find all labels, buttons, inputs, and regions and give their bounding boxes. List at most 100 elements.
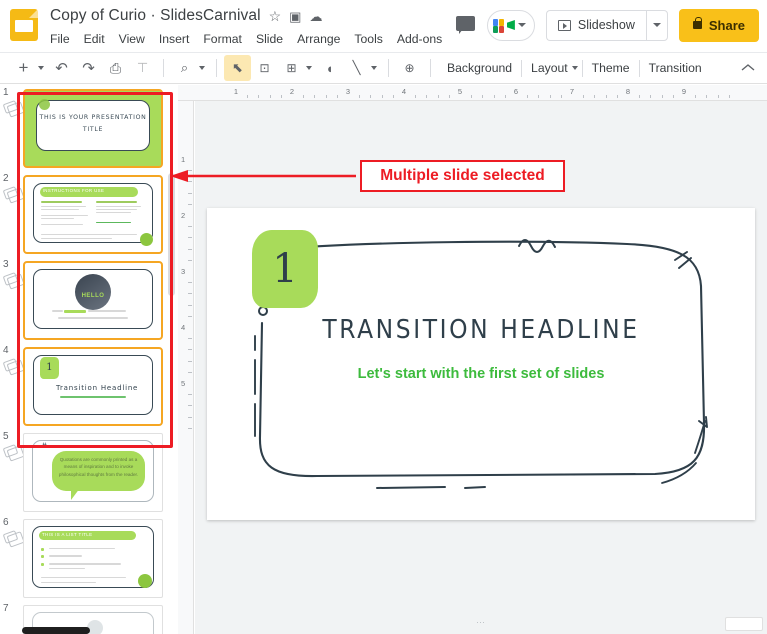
filmstrip-vertical-scrollbar[interactable] [168,173,175,296]
ruler-tick [728,95,730,98]
list-item[interactable]: 4 1 Transition Headline [0,343,178,429]
horizontal-ruler[interactable]: 1 2 3 4 5 6 7 8 9 [178,85,767,101]
menu-item-file[interactable]: File [50,32,70,46]
theme-button[interactable]: Theme [583,61,639,75]
list-item[interactable]: 2 INSTRUCTIONS FOR USE [0,171,178,257]
slide-thumbnail-2[interactable]: INSTRUCTIONS FOR USE [23,175,163,254]
menu-item-slide[interactable]: Slide [256,32,283,46]
line-caret-icon[interactable] [371,66,377,70]
ruler-tick [336,95,338,98]
ruler-tick [639,95,641,98]
ruler-tick [188,226,192,228]
zoom-button[interactable]: ⌕ [171,55,198,81]
ruler-tick-label: 8 [625,87,631,96]
insert-image-caret-icon[interactable] [306,66,312,70]
ruler-tick [188,259,192,261]
current-slide[interactable]: 1 Transition Headline Let's start with t… [207,208,755,520]
ruler-tick [616,95,618,98]
move-to-folder-icon[interactable]: ▣ [289,10,301,23]
menu-item-arrange[interactable]: Arrange [297,32,340,46]
ruler-tick [188,282,192,284]
ruler-tick [538,95,540,98]
list-item[interactable]: 6 THIS IS A LIST TITLE [0,515,178,601]
canvas-bottom-handle[interactable] [725,617,763,631]
ruler-tick [188,405,192,407]
shape-button[interactable]: ◖ [316,55,343,81]
speaker-notes-icon [2,272,19,286]
chevron-up-icon[interactable] [741,59,755,77]
slideshow-button[interactable]: Slideshow [545,9,646,41]
list-item[interactable]: 1 THIS IS YOUR PRESENTATION TITLE [0,85,178,171]
list-item[interactable]: 3 HELLO [0,257,178,343]
ruler-tick-label: 7 [569,87,575,96]
undo-button[interactable]: ↶ [48,55,75,81]
slide-thumbnail-panel[interactable]: 1 THIS IS YOUR PRESENTATION TITLE 2 INST… [0,85,178,634]
slide-headline[interactable]: Transition Headline [207,315,755,345]
menu-item-view[interactable]: View [119,32,145,46]
transition-button[interactable]: Transition [640,61,711,75]
background-button[interactable]: Background [438,61,521,75]
ruler-tick-label: 4 [401,87,407,96]
slide-thumbnail-1-text: THIS IS YOUR PRESENTATION TITLE [39,114,147,133]
google-slides-window: Copy of Curio · SlidesCarnival ☆ ▣ ☁ Fil… [0,0,767,634]
ruler-tick [493,95,495,98]
slide-thumbnail-3[interactable]: HELLO [23,261,163,340]
ruler-tick [650,95,652,98]
add-comment-button[interactable]: ⊕ [396,55,423,81]
slide-number: 2 [3,173,9,184]
slide-thumbnail-6[interactable]: THIS IS A LIST TITLE [23,519,163,598]
slide-number: 7 [3,603,9,614]
slide-number-badge: 1 [252,230,318,308]
cloud-status-icon[interactable]: ☁ [309,10,322,23]
play-icon [557,19,571,31]
layout-button[interactable]: Layout [522,61,577,75]
slide-thumbnail-5[interactable]: Quotations are commonly printed as a mea… [23,433,163,512]
ruler-tick [594,95,596,98]
ruler-tick [303,95,305,98]
page-title[interactable]: Copy of Curio · SlidesCarnival [50,7,261,25]
share-button[interactable]: Share [678,8,759,42]
menu-item-format[interactable]: Format [203,32,242,46]
select-tool-button[interactable]: ⬉ [224,55,251,81]
ruler-tick [560,95,562,98]
comment-icon[interactable] [455,16,476,34]
slide-thumbnail-4-text: Transition Headline [55,383,139,392]
filmstrip-horizontal-scrollbar[interactable] [22,627,90,634]
ruler-tick [392,95,394,98]
insert-image-button[interactable]: ⊞ [278,55,305,81]
zoom-caret-icon[interactable] [199,66,205,70]
ruler-tick [426,95,428,98]
ruler-tick-label: 1 [233,87,239,96]
layout-caret-icon[interactable] [571,66,578,70]
google-meet-button[interactable] [486,9,535,41]
redo-button[interactable]: ↷ [75,55,102,81]
menu-item-insert[interactable]: Insert [159,32,189,46]
slide-thumbnail-4[interactable]: 1 Transition Headline [23,347,163,426]
ruler-tick [188,360,192,362]
paint-format-button[interactable]: ⊤ [129,55,156,81]
star-icon[interactable]: ☆ [269,9,282,23]
list-item[interactable]: 5 Quotations are commonly printed as a m… [0,429,178,515]
ruler-tick [258,95,260,98]
annotation-arrow-icon [170,170,356,182]
ruler-tick [482,95,484,98]
slides-file-icon [10,9,38,41]
slide-subheadline[interactable]: Let's start with the first set of slides [207,366,755,382]
ruler-tick [717,95,719,98]
text-box-button[interactable]: ⊡ [251,55,278,81]
ruler-tick [188,338,192,340]
menu-item-addons[interactable]: Add-ons [397,32,442,46]
new-slide-button[interactable]: + [10,55,37,81]
chevron-down-icon [652,23,661,27]
print-button[interactable]: ⎙ [102,55,129,81]
new-slide-caret-icon[interactable] [38,66,44,70]
menu-item-edit[interactable]: Edit [84,32,105,46]
slideshow-options-caret[interactable] [645,9,668,41]
menu-item-tools[interactable]: Tools [354,32,382,46]
ruler-tick [437,95,439,98]
ruler-tick [661,95,663,98]
line-button[interactable]: ╲ [343,55,370,81]
annotation-label-text: Multiple slide selected [380,167,545,184]
slide-thumbnail-1[interactable]: THIS IS YOUR PRESENTATION TITLE [23,89,163,168]
ruler-tick [471,95,473,98]
